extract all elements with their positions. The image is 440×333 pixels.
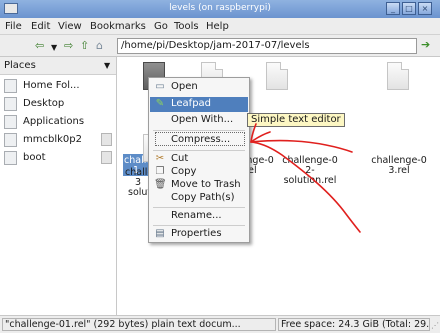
sidebar-item-label: boot bbox=[23, 152, 46, 163]
places-label: Places bbox=[4, 60, 36, 71]
sidebar-item-label: mmcblk0p2 bbox=[23, 134, 82, 145]
tooltip: Simple text editor bbox=[247, 113, 345, 127]
eject-icon[interactable] bbox=[101, 151, 112, 164]
menu-bookmarks[interactable]: Bookmarks bbox=[90, 21, 146, 32]
sidebar-item-applications[interactable]: Applications bbox=[0, 113, 116, 131]
path-bar[interactable]: /home/pi/Desktop/jam-2017-07/levels bbox=[117, 38, 417, 54]
back-arrow-icon[interactable]: ⇦ bbox=[35, 39, 44, 52]
home-icon[interactable]: ⌂ bbox=[96, 39, 103, 52]
selection-status: "challenge-01.rel" (292 bytes) plain tex… bbox=[2, 318, 276, 331]
menu-item-label: Compress... bbox=[171, 134, 231, 145]
home-folder-icon bbox=[4, 79, 17, 93]
sidebar-item-mmcblk0p2[interactable]: mmcblk0p2 bbox=[0, 131, 116, 149]
menu-go[interactable]: Go bbox=[154, 21, 168, 32]
menu-help[interactable]: Help bbox=[206, 21, 229, 32]
menu-separator bbox=[153, 150, 245, 151]
sidebar-item-desktop[interactable]: Desktop bbox=[0, 95, 116, 113]
menu-item-label: Leafpad bbox=[171, 98, 212, 109]
file-label: solution.rel bbox=[283, 175, 337, 186]
sidebar-item-label: Home Fol... bbox=[23, 80, 80, 91]
scissors-icon: ✂ bbox=[155, 153, 165, 164]
menu-separator bbox=[153, 207, 245, 208]
menu-item-label: Open With... bbox=[171, 114, 234, 125]
text-file-icon bbox=[387, 62, 409, 90]
trash-icon: 🗑 bbox=[154, 179, 167, 190]
drive-icon bbox=[4, 151, 17, 165]
menu-item-open-with[interactable]: Open With... bbox=[150, 113, 248, 128]
menu-item-label: Copy bbox=[171, 166, 197, 177]
eject-icon[interactable] bbox=[101, 133, 112, 146]
copy-icon: ❐ bbox=[155, 166, 165, 177]
resize-grip-icon[interactable]: ⋰ bbox=[431, 321, 439, 331]
maximize-button[interactable]: □ bbox=[402, 2, 416, 15]
menu-item-open[interactable]: ▭ Open bbox=[150, 80, 248, 95]
menu-item-label: Copy Path(s) bbox=[171, 192, 235, 203]
applications-icon bbox=[4, 115, 17, 129]
sidebar-item-home[interactable]: Home Fol... bbox=[0, 77, 116, 95]
menu-separator bbox=[153, 130, 245, 131]
window-title: levels (on raspberrypi) bbox=[169, 3, 271, 13]
properties-icon: ▤ bbox=[155, 228, 165, 239]
menu-item-label: Properties bbox=[171, 228, 222, 239]
desktop-folder-icon bbox=[4, 97, 17, 111]
menu-item-copy-paths[interactable]: Copy Path(s) bbox=[150, 191, 248, 206]
drive-icon bbox=[4, 133, 17, 147]
close-button[interactable]: × bbox=[418, 2, 432, 15]
sidebar-item-label: Desktop bbox=[23, 98, 65, 109]
menu-separator bbox=[153, 225, 245, 226]
chevron-down-icon: ▼ bbox=[104, 61, 111, 70]
history-dropdown-icon[interactable]: ▼ bbox=[51, 41, 57, 54]
text-file-icon bbox=[266, 62, 288, 90]
file-label: 3.rel bbox=[388, 165, 410, 176]
menu-item-rename[interactable]: Rename... bbox=[150, 209, 248, 224]
status-bar: "challenge-01.rel" (292 bytes) plain tex… bbox=[0, 315, 440, 333]
go-icon[interactable]: ➔ bbox=[421, 38, 435, 53]
leafpad-icon: ✎ bbox=[155, 98, 165, 109]
menu-item-label: Move to Trash bbox=[171, 179, 241, 190]
toolbar: ⇦ ▼ ⇨ ⇧ ⌂ /home/pi/Desktop/jam-2017-07/l… bbox=[0, 35, 440, 57]
menu-item-label: Rename... bbox=[171, 210, 222, 221]
minimize-button[interactable]: _ bbox=[386, 2, 400, 15]
open-icon: ▭ bbox=[155, 81, 165, 92]
menu-file[interactable]: File bbox=[5, 21, 22, 32]
menu-item-label: Open bbox=[171, 81, 198, 92]
menu-item-compress[interactable]: Compress... bbox=[150, 133, 248, 148]
places-selector[interactable]: Places ▼ bbox=[0, 57, 116, 75]
menu-edit[interactable]: Edit bbox=[31, 21, 50, 32]
places-sidebar: Places ▼ Home Fol... Desktop Application… bbox=[0, 57, 117, 315]
menu-item-properties[interactable]: ▤ Properties bbox=[150, 227, 248, 242]
free-space-status: Free space: 24.3 GiB (Total: 29.2 GiB) bbox=[278, 318, 430, 331]
menu-bar: File Edit View Bookmarks Go Tools Help bbox=[0, 18, 440, 35]
menu-tools[interactable]: Tools bbox=[174, 21, 199, 32]
menu-view[interactable]: View bbox=[58, 21, 82, 32]
title-bar: levels (on raspberrypi) _ □ × bbox=[0, 0, 440, 18]
up-arrow-icon[interactable]: ⇧ bbox=[80, 39, 89, 52]
menu-item-leafpad[interactable]: ✎ Leafpad bbox=[150, 97, 248, 112]
sidebar-item-boot[interactable]: boot bbox=[0, 149, 116, 167]
forward-arrow-icon[interactable]: ⇨ bbox=[64, 39, 73, 52]
context-menu: ▭ Open ✎ Leafpad Open With... Compress..… bbox=[148, 77, 250, 243]
menu-item-label: Cut bbox=[171, 153, 189, 164]
sidebar-item-label: Applications bbox=[23, 116, 85, 127]
